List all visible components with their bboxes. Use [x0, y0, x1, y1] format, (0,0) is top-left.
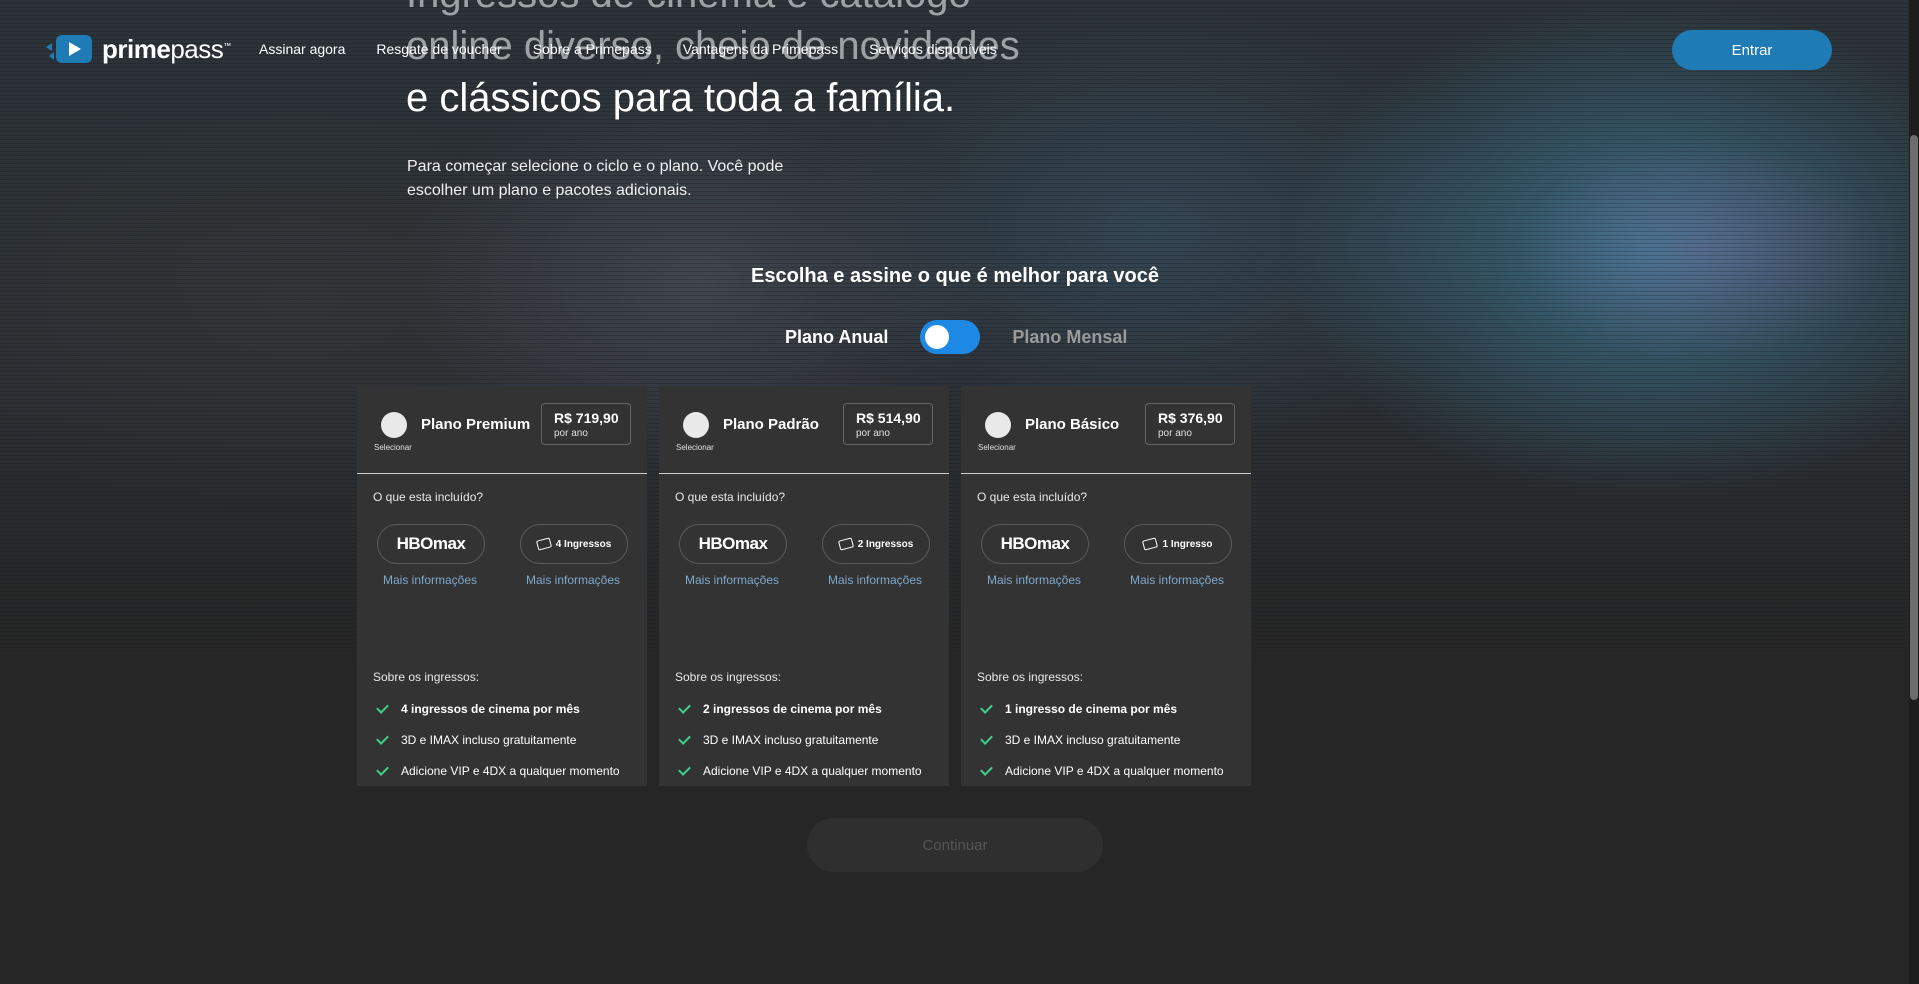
- hero-subtitle: Para começar selecione o ciclo e o plano…: [407, 158, 784, 199]
- annual-plan-label[interactable]: Plano Anual: [785, 327, 888, 348]
- hbomax-badge[interactable]: HBOmax: [679, 524, 787, 564]
- hero-title: Ingressos de cinema e catálogo online di…: [406, 0, 1056, 124]
- login-button[interactable]: Entrar: [1672, 30, 1832, 70]
- hbomax-more-info-link[interactable]: Mais informações: [672, 573, 792, 587]
- check-icon: [678, 701, 691, 714]
- hbomax-logo: HBOmax: [396, 534, 466, 553]
- price-box: R$ 514,90 por ano: [843, 403, 933, 445]
- select-label: Selecionar: [978, 443, 1016, 452]
- select-label: Selecionar: [676, 443, 714, 452]
- tickets-badge[interactable]: 2 Ingressos: [822, 524, 930, 564]
- hbomax-logo: HBOmax: [698, 534, 768, 553]
- hbomax-more-info-link[interactable]: Mais informações: [974, 573, 1094, 587]
- tickets-more-info-link[interactable]: Mais informações: [1117, 573, 1237, 587]
- ticket-icon: [837, 537, 854, 551]
- check-icon: [376, 701, 389, 714]
- plan-card-header: Selecionar Plano Padrão R$ 514,90 por an…: [659, 386, 949, 474]
- feature-item: 3D e IMAX incluso gratuitamente: [977, 732, 1180, 747]
- plan-price: R$ 376,90: [1158, 410, 1223, 426]
- feature-item: Adicione VIP e 4DX a qualquer momento: [977, 763, 1224, 778]
- included-label: O que esta incluído?: [373, 490, 484, 504]
- about-tickets-label: Sobre os ingressos:: [373, 670, 480, 684]
- plan-name: Plano Premium: [421, 416, 531, 433]
- plan-select-radio[interactable]: [683, 412, 709, 438]
- ticket-icon: [535, 537, 552, 551]
- page-scrollbar[interactable]: [1909, 0, 1919, 984]
- select-label: Selecionar: [374, 443, 412, 452]
- plan-name: Plano Básico: [1025, 416, 1120, 433]
- check-icon: [980, 701, 993, 714]
- feature-item: Adicione VIP e 4DX a qualquer momento: [373, 763, 620, 778]
- hero-title-line1: Ingressos de cinema e catálogo: [406, 0, 971, 16]
- check-icon: [980, 732, 993, 745]
- plan-name: Plano Padrão: [723, 416, 819, 433]
- switch-knob: [925, 325, 950, 349]
- tickets-badge[interactable]: 1 Ingresso: [1124, 524, 1232, 564]
- plan-period: por ano: [1158, 428, 1192, 439]
- tickets-count: 2 Ingressos: [857, 538, 914, 550]
- plans-heading: Escolha e assine o que é melhor para voc…: [751, 265, 1159, 287]
- ticket-icon: [1142, 537, 1159, 551]
- tickets-count: 1 Ingresso: [1162, 538, 1213, 550]
- about-tickets-label: Sobre os ingressos:: [977, 670, 1084, 684]
- hbomax-more-info-link[interactable]: Mais informações: [370, 573, 490, 587]
- continue-button[interactable]: Continuar: [807, 818, 1103, 872]
- plan-price: R$ 514,90: [856, 410, 921, 426]
- check-icon: [678, 763, 691, 776]
- check-icon: [376, 732, 389, 745]
- plan-card-header: Selecionar Plano Básico R$ 376,90 por an…: [961, 386, 1251, 474]
- tickets-badge[interactable]: 4 Ingressos: [520, 524, 628, 564]
- plan-card-basic[interactable]: Selecionar Plano Básico R$ 376,90 por an…: [961, 386, 1251, 786]
- plan-card-header: Selecionar Plano Premium R$ 719,90 por a…: [357, 386, 647, 474]
- plan-price: R$ 719,90: [554, 410, 619, 426]
- plan-card-standard[interactable]: Selecionar Plano Padrão R$ 514,90 por an…: [659, 386, 949, 786]
- hbomax-logo: HBOmax: [1000, 534, 1070, 553]
- feature-item: 3D e IMAX incluso gratuitamente: [675, 732, 878, 747]
- tickets-more-info-link[interactable]: Mais informações: [513, 573, 633, 587]
- plan-period: por ano: [856, 428, 890, 439]
- billing-cycle-switch[interactable]: [920, 320, 981, 354]
- hero-title-line2: online diverso, cheio de novidades: [406, 24, 1020, 68]
- hero-fade-overlay: [0, 460, 1919, 720]
- hbomax-badge[interactable]: HBOmax: [981, 524, 1089, 564]
- check-icon: [376, 763, 389, 776]
- about-tickets-label: Sobre os ingressos:: [675, 670, 782, 684]
- primepass-logo[interactable]: primepass™: [46, 32, 231, 66]
- scrollbar-thumb[interactable]: [1910, 135, 1918, 700]
- feature-item: 1 ingresso de cinema por mês: [977, 701, 1177, 716]
- check-icon: [980, 763, 993, 776]
- feature-item: Adicione VIP e 4DX a qualquer momento: [675, 763, 922, 778]
- feature-item: 3D e IMAX incluso gratuitamente: [373, 732, 576, 747]
- play-ticket-icon: [46, 32, 94, 66]
- plan-period: por ano: [554, 428, 588, 439]
- plan-select-radio[interactable]: [985, 412, 1011, 438]
- included-label: O que esta incluído?: [977, 490, 1088, 504]
- plan-card-premium[interactable]: Selecionar Plano Premium R$ 719,90 por a…: [357, 386, 647, 786]
- tickets-count: 4 Ingressos: [555, 538, 612, 550]
- nav-link-subscribe[interactable]: Assinar agora: [259, 41, 345, 57]
- feature-item: 4 ingressos de cinema por mês: [373, 701, 580, 716]
- hero-title-line3: e clássicos para toda a família.: [406, 76, 956, 120]
- included-label: O que esta incluído?: [675, 490, 786, 504]
- price-box: R$ 376,90 por ano: [1145, 403, 1235, 445]
- monthly-plan-label[interactable]: Plano Mensal: [1012, 327, 1127, 348]
- hbomax-badge[interactable]: HBOmax: [377, 524, 485, 564]
- price-box: R$ 719,90 por ano: [541, 403, 631, 445]
- plan-select-radio[interactable]: [381, 412, 407, 438]
- check-icon: [678, 732, 691, 745]
- feature-item: 2 ingressos de cinema por mês: [675, 701, 882, 716]
- tickets-more-info-link[interactable]: Mais informações: [815, 573, 935, 587]
- billing-cycle-toggle: Plano Anual Plano Mensal: [785, 320, 1127, 354]
- logo-wordmark: primepass™: [102, 33, 231, 64]
